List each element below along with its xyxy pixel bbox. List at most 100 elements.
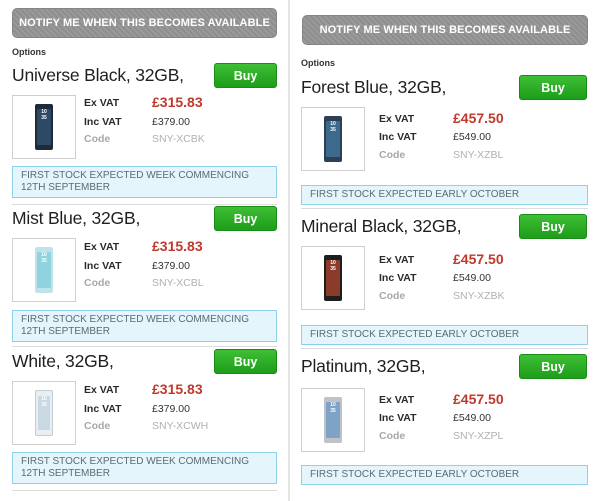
ex-vat-price: £315.83 [152,94,203,110]
separator [301,208,588,209]
product-code: SNY-XZBK [453,290,505,302]
ex-vat-label: Ex VAT [84,241,120,253]
ex-vat-price: £457.50 [453,110,504,126]
buy-button[interactable]: Buy [519,354,587,379]
buy-button[interactable]: Buy [214,349,277,374]
phone-image: 10 35 [324,116,342,162]
ex-vat-price: £457.50 [453,391,504,407]
code-row: Code SNY-XZPL [379,430,579,446]
stock-notice: FIRST STOCK EXPECTED EARLY OCTOBER [301,465,588,485]
ex-vat-price: £315.83 [152,238,203,254]
stock-notice: FIRST STOCK EXPECTED WEEK COMMENCING 12T… [12,166,277,198]
product-card: Mist Blue, 32GB, Buy 10 35 Ex VAT £315.8… [12,205,277,343]
inc-vat-price: £379.00 [152,403,190,415]
product-card: Universe Black, 32GB, Buy 10 35 Ex VAT £… [12,62,277,200]
inc-vat-price: £379.00 [152,260,190,272]
phone-image: 10 35 [324,255,342,301]
ex-vat-label: Ex VAT [84,97,120,109]
separator [12,346,277,347]
ex-vat-row: Ex VAT £457.50 [379,251,579,270]
phone-image: 10 35 [35,104,53,150]
code-label: Code [379,149,406,161]
inc-vat-label: Inc VAT [84,116,122,128]
inc-vat-label: Inc VAT [84,260,122,272]
inc-vat-label: Inc VAT [84,403,122,415]
phone-image: 10 35 [35,247,53,293]
product-title: Platinum, 32GB, [301,356,426,376]
clock-minute: 35 [330,127,336,133]
ex-vat-row: Ex VAT £315.83 [84,238,284,257]
ex-vat-price: £315.83 [152,381,203,397]
code-row: Code SNY-XCBL [84,277,284,293]
product-code: SNY-XCWH [152,420,209,432]
code-label: Code [84,420,111,432]
inc-vat-row: Inc VAT £379.00 [84,260,284,276]
inc-vat-price: £549.00 [453,131,491,143]
stock-notice: FIRST STOCK EXPECTED EARLY OCTOBER [301,325,588,345]
product-image[interactable]: 10 35 [12,238,76,302]
clock-minute: 35 [41,258,47,264]
product-card: Forest Blue, 32GB, Buy 10 35 Ex VAT £457… [301,74,588,205]
buy-button[interactable]: Buy [519,214,587,239]
options-label: Options [301,58,335,68]
product-image[interactable]: 10 35 [301,107,365,171]
stock-notice: FIRST STOCK EXPECTED WEEK COMMENCING 12T… [12,452,277,484]
code-label: Code [379,430,406,442]
product-code: SNY-XZBL [453,149,504,161]
ex-vat-label: Ex VAT [379,394,415,406]
product-title: White, 32GB, [12,351,114,371]
stock-notice: FIRST STOCK EXPECTED WEEK COMMENCING 12T… [12,310,277,342]
product-title: Universe Black, 32GB, [12,65,184,85]
inc-vat-row: Inc VAT £379.00 [84,403,284,419]
product-title: Mineral Black, 32GB, [301,216,462,236]
ex-vat-label: Ex VAT [379,113,415,125]
product-title: Mist Blue, 32GB, [12,208,141,228]
phone-image: 10 35 [35,390,53,436]
product-card: Mineral Black, 32GB, Buy 10 35 Ex VAT £4… [301,213,588,345]
inc-vat-price: £549.00 [453,272,491,284]
code-row: Code SNY-XCWH [84,420,284,436]
code-row: Code SNY-XZBK [379,290,579,306]
clock-minute: 35 [41,402,47,408]
options-label: Options [12,47,46,57]
ex-vat-price: £457.50 [453,251,504,267]
phone-image: 10 35 [324,397,342,443]
code-label: Code [84,133,111,145]
ex-vat-row: Ex VAT £457.50 [379,110,579,129]
buy-button[interactable]: Buy [214,63,277,88]
ex-vat-row: Ex VAT £457.50 [379,391,579,410]
inc-vat-label: Inc VAT [379,412,417,424]
ex-vat-row: Ex VAT £315.83 [84,94,284,113]
inc-vat-row: Inc VAT £549.00 [379,412,579,428]
inc-vat-row: Inc VAT £549.00 [379,272,579,288]
buy-button[interactable]: Buy [214,206,277,231]
separator [12,490,277,491]
product-code: SNY-XCBK [152,133,205,145]
separator [301,348,588,349]
clock-minute: 35 [41,115,47,121]
inc-vat-label: Inc VAT [379,131,417,143]
product-image[interactable]: 10 35 [12,95,76,159]
inc-vat-price: £549.00 [453,412,491,424]
code-label: Code [379,290,406,302]
clock-minute: 35 [330,408,336,414]
inc-vat-row: Inc VAT £549.00 [379,131,579,147]
product-card: Platinum, 32GB, Buy 10 35 Ex VAT £457.50… [301,353,588,485]
product-image[interactable]: 10 35 [12,381,76,445]
notify-button[interactable]: NOTIFY ME WHEN THIS BECOMES AVAILABLE [12,8,277,38]
inc-vat-row: Inc VAT £379.00 [84,116,284,132]
ex-vat-row: Ex VAT £315.83 [84,381,284,400]
ex-vat-label: Ex VAT [84,384,120,396]
product-card: White, 32GB, Buy 10 35 Ex VAT £315.83 In… [12,348,277,486]
stock-notice: FIRST STOCK EXPECTED EARLY OCTOBER [301,185,588,205]
product-title: Forest Blue, 32GB, [301,77,447,97]
notify-button[interactable]: NOTIFY ME WHEN THIS BECOMES AVAILABLE [302,15,588,45]
product-image[interactable]: 10 35 [301,246,365,310]
ex-vat-label: Ex VAT [379,254,415,266]
code-label: Code [84,277,111,289]
product-code: SNY-XZPL [453,430,504,442]
buy-button[interactable]: Buy [519,75,587,100]
inc-vat-price: £379.00 [152,116,190,128]
code-row: Code SNY-XZBL [379,149,579,165]
product-image[interactable]: 10 35 [301,388,365,452]
